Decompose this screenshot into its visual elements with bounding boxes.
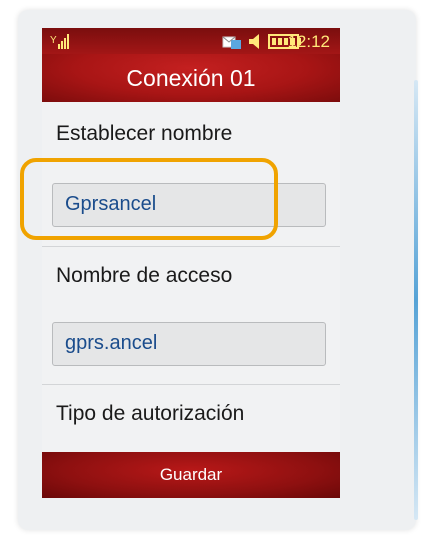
page-title: Conexión 01: [126, 65, 256, 91]
softkey-bar: Guardar: [42, 452, 340, 498]
access-field-value: gprs.ancel: [65, 332, 158, 354]
divider: [42, 246, 340, 247]
card-edge-accent: [414, 80, 418, 520]
svg-text:Y: Y: [50, 35, 57, 46]
access-label: Nombre de acceso: [56, 264, 233, 287]
signal-icon: Y: [50, 34, 69, 49]
auth-type-item[interactable]: Tipo de autorización: [56, 402, 244, 426]
speaker-icon: [249, 34, 259, 49]
clock: 12:12: [287, 32, 330, 51]
status-bar: Y 12:12: [42, 28, 340, 54]
sms-icon: [222, 36, 241, 49]
phone-screen: Y 12:12 Conexión 01 Establecer nombre Gp…: [42, 28, 340, 498]
save-button[interactable]: Guardar: [42, 452, 340, 498]
divider: [42, 384, 340, 385]
highlight-outline: [20, 158, 278, 240]
access-field[interactable]: gprs.ancel: [52, 322, 326, 366]
name-label: Establecer nombre: [56, 122, 233, 145]
title-bar: Conexión 01: [42, 54, 340, 102]
